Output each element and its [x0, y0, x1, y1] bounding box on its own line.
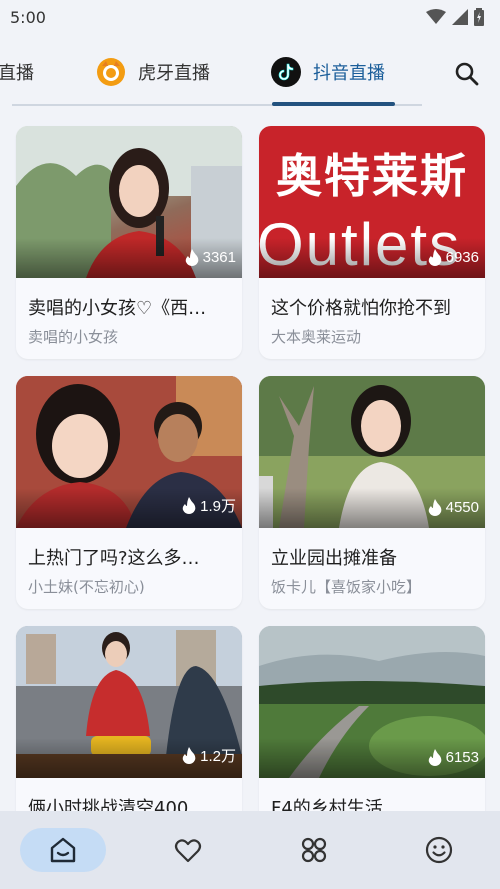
- smiley-icon: [425, 836, 453, 864]
- viewer-count: 3361: [185, 249, 236, 266]
- viewer-count-value: 3361: [202, 249, 236, 266]
- status-bar: 5:00: [0, 0, 500, 34]
- viewer-count: 1.2万: [182, 745, 236, 766]
- nav-profile[interactable]: [396, 828, 482, 872]
- viewer-count-value: 6153: [445, 749, 479, 766]
- search-button[interactable]: [452, 59, 482, 89]
- tab-label: 虎牙直播: [138, 63, 210, 84]
- live-thumbnail: 6153: [259, 626, 485, 778]
- status-icons: [426, 8, 484, 26]
- viewer-count: 6153: [428, 749, 479, 766]
- bottom-navigation: [0, 811, 500, 889]
- live-source-tabs: 直播 虎牙直播 抖音直播: [0, 36, 500, 106]
- tab-live[interactable]: 直播: [0, 54, 40, 90]
- viewer-count-value: 6936: [445, 249, 479, 266]
- live-room-card[interactable]: 1.9万 上热门了吗?这么多… 小土妹(不忘初心): [16, 376, 242, 609]
- tab-label: 抖音直播: [313, 63, 385, 84]
- search-icon: [455, 62, 479, 86]
- thumbnail-sign-text: 奥特莱斯: [276, 149, 468, 203]
- nav-categories[interactable]: [271, 828, 357, 872]
- live-room-card[interactable]: 3361 卖唱的小女孩♡《西… 卖唱的小女孩: [16, 126, 242, 359]
- streamer-name: 饭卡儿【喜饭家小吃】: [271, 578, 422, 596]
- live-thumbnail: 1.2万: [16, 626, 242, 778]
- battery-icon: [474, 8, 484, 26]
- apps-icon: [301, 837, 327, 863]
- live-room-title: 卖唱的小女孩♡《西…: [28, 298, 207, 319]
- nav-home[interactable]: [20, 828, 106, 872]
- heart-icon: [174, 839, 202, 863]
- live-thumbnail: 奥特莱斯 Outlets 6936: [259, 126, 485, 278]
- flame-icon: [182, 497, 196, 514]
- home-icon: [50, 837, 76, 863]
- viewer-count-value: 4550: [445, 499, 479, 516]
- viewer-count: 4550: [428, 499, 479, 516]
- tab-douyin[interactable]: 抖音直播: [271, 54, 385, 90]
- streamer-name: 卖唱的小女孩: [28, 328, 119, 346]
- huya-logo-icon: [96, 57, 126, 87]
- viewer-count: 6936: [428, 249, 479, 266]
- wifi-icon: [426, 9, 446, 24]
- douyin-logo-icon: [271, 57, 301, 87]
- live-room-card[interactable]: 奥特莱斯 Outlets 6936 这个价格就怕你抢不到 大本奥莱运动: [259, 126, 485, 359]
- live-thumbnail: 4550: [259, 376, 485, 528]
- tab-huya[interactable]: 虎牙直播: [96, 54, 210, 90]
- viewer-count: 1.9万: [182, 495, 236, 516]
- live-room-title: 这个价格就怕你抢不到: [271, 298, 451, 319]
- signal-icon: [452, 9, 468, 25]
- tab-label: 直播: [0, 63, 34, 84]
- live-room-title: 上热门了吗?这么多…: [28, 548, 200, 569]
- flame-icon: [428, 499, 441, 516]
- nav-favorites[interactable]: [145, 828, 231, 872]
- streamer-name: 小土妹(不忘初心): [28, 578, 145, 596]
- flame-icon: [185, 249, 198, 266]
- flame-icon: [182, 747, 196, 764]
- live-room-card[interactable]: 4550 立业园出摊准备 饭卡儿【喜饭家小吃】: [259, 376, 485, 609]
- live-thumbnail: 1.9万: [16, 376, 242, 528]
- flame-icon: [428, 749, 441, 766]
- viewer-count-value: 1.9万: [200, 498, 236, 515]
- status-time: 5:00: [10, 7, 46, 27]
- live-room-title: 立业园出摊准备: [271, 548, 397, 569]
- viewer-count-value: 1.2万: [200, 748, 236, 765]
- streamer-name: 大本奥莱运动: [271, 328, 362, 346]
- active-tab-indicator: [272, 102, 395, 106]
- live-thumbnail: 3361: [16, 126, 242, 278]
- flame-icon: [428, 249, 441, 266]
